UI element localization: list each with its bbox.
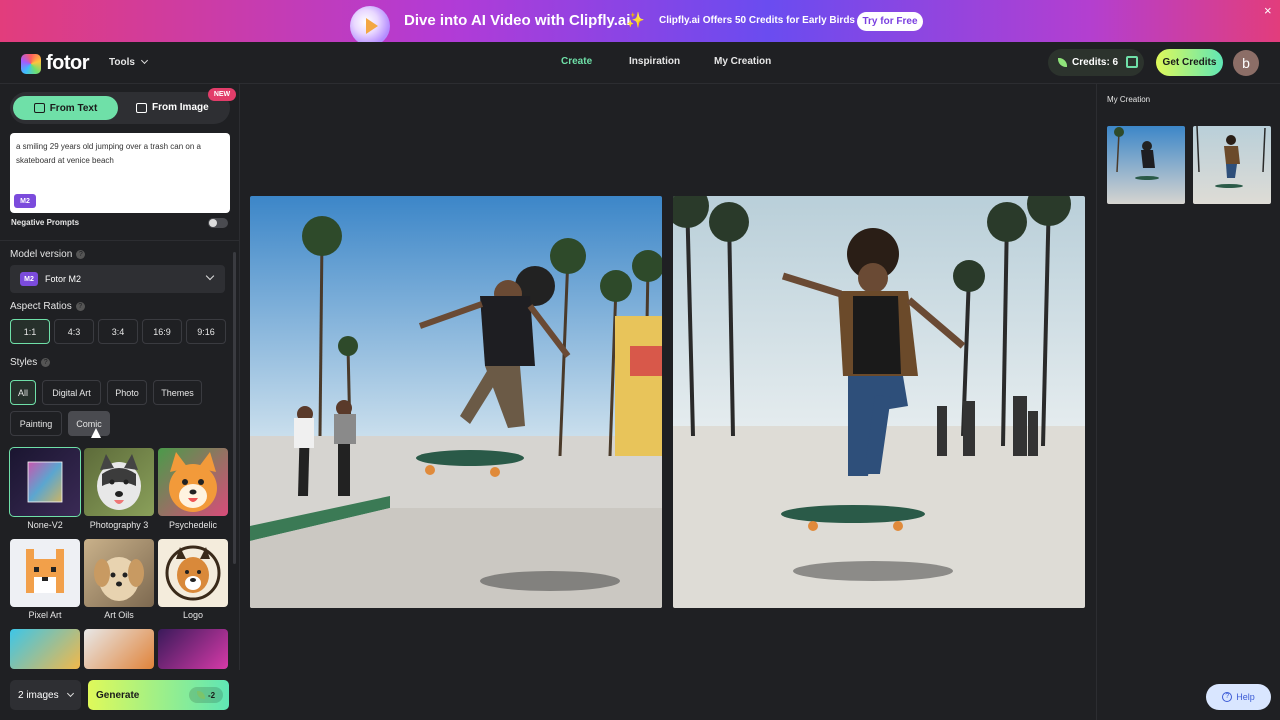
tab-from-image[interactable]: From Image (136, 102, 209, 113)
left-panel: From Text From Image NEW a smiling 29 ye… (0, 84, 240, 720)
image-count-select[interactable]: 2 images (10, 680, 81, 710)
negative-prompts-toggle[interactable] (208, 218, 228, 228)
thumb-image (1114, 127, 1159, 180)
promo-banner[interactable]: Dive into AI Video with Clipfly.ai ✨ Cli… (0, 0, 1280, 46)
chevron-down-icon (205, 271, 215, 281)
style-chip-all[interactable]: All (10, 380, 36, 405)
style-card-label: Psychedelic (168, 520, 218, 530)
help-icon[interactable]: ? (75, 302, 85, 311)
help-icon[interactable]: ? (76, 250, 86, 259)
style-card[interactable] (84, 629, 154, 669)
model-version-select[interactable]: M2 Fotor M2 (10, 265, 225, 293)
style-chip-photo[interactable]: Photo (107, 380, 147, 405)
tab-from-text[interactable]: From Text (13, 96, 118, 120)
skater-photo-1 (250, 196, 662, 608)
dog-logo-icon (165, 545, 221, 601)
style-card-none-v2[interactable] (9, 447, 81, 517)
mode-tabs: From Text From Image NEW (10, 88, 236, 124)
style-card-label: Art Oils (104, 610, 134, 620)
ratio-9-16[interactable]: 9:16 (186, 319, 226, 344)
prompt-model-badge: M2 (14, 194, 36, 208)
credit-cost-badge: -2 (189, 687, 223, 703)
history-thumb-2[interactable] (1193, 126, 1271, 204)
leaf-icon (1058, 58, 1067, 67)
tools-menu[interactable]: Tools (109, 56, 148, 68)
husky-icon (97, 454, 141, 510)
generate-button[interactable]: Generate -2 (88, 680, 229, 710)
leaf-icon (196, 691, 205, 699)
style-chip-digital-art[interactable]: Digital Art (42, 380, 101, 405)
style-card[interactable] (10, 629, 80, 669)
ratio-16-9[interactable]: 16:9 (142, 319, 182, 344)
style-card-label: None-V2 (27, 520, 63, 530)
new-badge: NEW (208, 88, 236, 101)
my-creation-title: My Creation (1107, 95, 1151, 104)
clipfly-logo-icon (350, 6, 390, 46)
help-icon[interactable]: ? (41, 358, 51, 367)
help-icon: ? (1222, 692, 1233, 702)
scrollbar[interactable] (233, 252, 236, 564)
credits-badge[interactable]: Credits: 6 (1048, 49, 1144, 76)
text-icon (33, 103, 45, 113)
ratio-3-4[interactable]: 3:4 (98, 319, 138, 344)
banner-title: Dive into AI Video with Clipfly.ai (404, 12, 631, 29)
history-panel: My Creation ? Help (1096, 84, 1280, 720)
style-card-label: Pixel Art (28, 610, 62, 620)
pixel-corgi-icon (26, 549, 64, 593)
skater-photo-2 (673, 196, 1085, 608)
style-card-label: Logo (182, 610, 204, 620)
styles-label: Styles? (10, 357, 51, 368)
top-header: fotor Tools Create Inspiration My Creati… (0, 42, 1280, 84)
nav-create[interactable]: Create (561, 56, 592, 67)
style-chip-themes[interactable]: Themes (153, 380, 202, 405)
negative-prompts-label: Negative Prompts (11, 218, 80, 227)
generate-bar: 2 images Generate -2 (0, 670, 240, 720)
avatar[interactable]: b (1233, 50, 1259, 76)
canvas-area (241, 84, 1095, 720)
aspect-ratios-label: Aspect Ratios? (10, 301, 85, 312)
history-thumb-1[interactable] (1107, 126, 1185, 204)
fotor-logo[interactable]: fotor (21, 52, 90, 75)
generated-image-1[interactable] (250, 196, 662, 608)
style-card-photography-3[interactable] (84, 448, 154, 516)
style-card-psychedelic[interactable] (158, 448, 228, 516)
close-icon[interactable]: × (1264, 3, 1272, 18)
style-card-label: Photography 3 (89, 520, 149, 530)
gift-icon[interactable] (1126, 56, 1138, 68)
nav-inspiration[interactable]: Inspiration (629, 56, 680, 67)
shiba-icon (169, 452, 217, 512)
style-card-pixel-art[interactable] (10, 539, 80, 607)
fotor-logo-icon (21, 53, 41, 74)
puppy-icon (94, 557, 144, 601)
banner-subtitle: Clipfly.ai Offers 50 Credits for Early B… (659, 15, 855, 26)
ratio-4-3[interactable]: 4:3 (54, 319, 94, 344)
chevron-down-icon (66, 689, 75, 698)
chevron-down-icon (140, 56, 148, 65)
thumb-image (1196, 126, 1266, 188)
help-button[interactable]: ? Help (1206, 684, 1271, 710)
get-credits-button[interactable]: Get Credits (1156, 49, 1223, 76)
style-card-logo[interactable] (158, 539, 228, 607)
style-chip-painting[interactable]: Painting (10, 411, 62, 436)
divider (0, 240, 240, 241)
mouse-cursor-icon (91, 428, 101, 438)
style-card-art-oils[interactable] (84, 539, 154, 607)
nav-my-creation[interactable]: My Creation (714, 56, 771, 67)
generated-image-2[interactable] (673, 196, 1085, 608)
ratio-1-1[interactable]: 1:1 (10, 319, 50, 344)
prompt-textarea[interactable]: a smiling 29 years old jumping over a tr… (10, 133, 230, 213)
model-badge: M2 (20, 272, 38, 286)
image-icon (136, 102, 147, 113)
try-for-free-button[interactable]: Try for Free (857, 12, 923, 31)
style-chip-comic[interactable]: Comic (68, 411, 110, 436)
model-version-label: Model version? (10, 249, 86, 260)
cube-icon (27, 461, 63, 503)
sparkle-icon: ✨ (626, 12, 645, 29)
style-card[interactable] (158, 629, 228, 669)
